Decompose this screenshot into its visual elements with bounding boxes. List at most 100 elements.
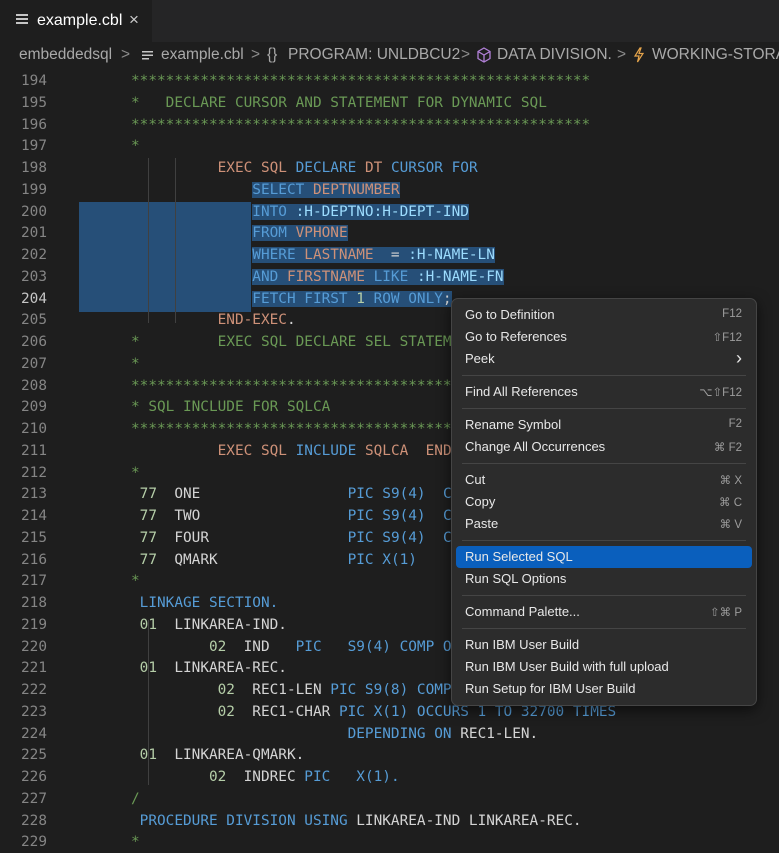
menu-item-copy[interactable]: Copy⌘ C — [456, 491, 752, 513]
code-token: 02 — [209, 639, 226, 655]
menu-item-shortcut: F12 — [722, 308, 742, 320]
code-token: * SQL INCLUDE FOR SQLCA — [131, 399, 330, 415]
line-number: 204 — [0, 291, 47, 307]
code-token: PROCEDURE DIVISION USING — [140, 813, 348, 829]
code-text: INTO :H-DEPTNO:H-DEPT-IND — [131, 204, 469, 220]
menu-item-run-ibm-user-build[interactable]: Run IBM User Build — [456, 634, 752, 656]
code-token — [408, 269, 417, 285]
code-token — [131, 704, 218, 720]
tab-example-cbl[interactable]: example.cbl × — [0, 0, 152, 42]
code-line[interactable]: 199 SELECT DEPTNUMBER — [0, 179, 779, 201]
code-line[interactable]: 228 PROCEDURE DIVISION USING LINKAREA-IN… — [0, 810, 779, 832]
code-token: LIKE — [374, 269, 409, 285]
code-line[interactable]: 200 INTO :H-DEPTNO:H-DEPT-IND — [0, 201, 779, 223]
code-token: :H-DEPTNO:H-DEPT-IND — [296, 204, 469, 220]
code-token: LINKAREA-QMARK. — [157, 747, 304, 763]
code-token: LINKAREA-REC. — [157, 660, 287, 676]
code-token — [356, 160, 365, 176]
code-text: ****************************************… — [131, 117, 590, 133]
line-number: 211 — [0, 443, 47, 459]
line-number: 229 — [0, 834, 47, 850]
code-token: PIC — [296, 639, 322, 655]
code-line[interactable]: 229* — [0, 831, 779, 853]
breadcrumb-working-storage[interactable]: WORKING-STORA — [652, 46, 779, 64]
context-menu: Go to DefinitionF12Go to References⇧F12P… — [451, 298, 757, 706]
code-token: CURSOR — [391, 160, 443, 176]
lines-file-icon — [16, 14, 28, 26]
close-icon[interactable]: × — [129, 10, 139, 30]
code-token: SELECT — [252, 182, 313, 198]
line-number: 206 — [0, 334, 47, 350]
tab-label: example.cbl — [37, 12, 122, 30]
line-number: 217 — [0, 573, 47, 589]
menu-item-run-selected-sql[interactable]: Run Selected SQL — [456, 546, 752, 568]
code-text: SELECT DEPTNUMBER — [131, 182, 400, 198]
code-token: * — [131, 356, 140, 372]
code-token: S9(4) — [382, 486, 425, 502]
code-token: :H-NAME-FN — [417, 269, 504, 285]
code-line[interactable]: 224 DEPENDING ON REC1-LEN. — [0, 723, 779, 745]
chevron-right-icon: > — [617, 46, 626, 64]
code-token — [131, 682, 218, 698]
code-line[interactable]: 225 01 LINKAREA-QMARK. — [0, 744, 779, 766]
code-token: ****************************************… — [131, 117, 590, 133]
code-line[interactable]: 195* DECLARE CURSOR AND STATEMENT FOR DY… — [0, 92, 779, 114]
code-token: LINKAREA-IND LINKAREA-REC. — [348, 813, 582, 829]
breadcrumb-data-division[interactable]: DATA DIVISION. — [497, 46, 612, 64]
code-token: END-EXEC — [218, 312, 287, 328]
code-token: * — [131, 465, 140, 481]
code-line[interactable]: 198 EXEC SQL DECLARE DT CURSOR FOR — [0, 157, 779, 179]
code-token: 01 — [140, 747, 157, 763]
menu-item-peek[interactable]: Peek› — [456, 348, 752, 370]
code-token: PIC — [348, 552, 374, 568]
code-token: / — [131, 791, 140, 807]
code-token — [356, 443, 365, 459]
code-token: 77 — [140, 508, 157, 524]
code-token: FOR — [452, 160, 478, 176]
code-token: . — [287, 312, 296, 328]
code-token: SQL — [261, 443, 287, 459]
menu-item-rename-symbol[interactable]: Rename SymbolF2 — [456, 414, 752, 436]
code-token — [131, 443, 218, 459]
code-text: 01 LINKAREA-QMARK. — [131, 747, 304, 763]
breadcrumb-file[interactable]: example.cbl — [161, 46, 244, 64]
menu-item-label: Go to References — [465, 329, 567, 344]
menu-item-shortcut: ⌘ V — [720, 517, 742, 531]
code-token — [443, 160, 452, 176]
breadcrumb-folder[interactable]: embeddedsql — [19, 46, 112, 64]
code-line[interactable]: 201 FROM VPHONE — [0, 222, 779, 244]
menu-item-run-ibm-user-build-with-full-upload[interactable]: Run IBM User Build with full upload — [456, 656, 752, 678]
menu-item-find-all-references[interactable]: Find All References⌥⇧F12 — [456, 381, 752, 403]
code-token — [131, 508, 140, 524]
code-token: S9(4) — [382, 508, 425, 524]
code-token — [131, 269, 252, 285]
menu-item-change-all-occurrences[interactable]: Change All Occurrences⌘ F2 — [456, 436, 752, 458]
code-text: ****************************************… — [131, 73, 590, 89]
code-line[interactable]: 227/ — [0, 788, 779, 810]
code-line[interactable]: 202 WHERE LASTNAME = :H-NAME-LN — [0, 244, 779, 266]
breadcrumb-program[interactable]: PROGRAM: UNLDBCU2 — [288, 46, 460, 64]
code-token: EXEC — [218, 443, 253, 459]
code-line[interactable]: 197* — [0, 135, 779, 157]
code-line[interactable]: 203 AND FIRSTNAME LIKE :H-NAME-FN — [0, 266, 779, 288]
menu-item-label: Command Palette... — [465, 604, 580, 619]
menu-item-go-to-definition[interactable]: Go to DefinitionF12 — [456, 304, 752, 326]
code-line[interactable]: 196*************************************… — [0, 114, 779, 136]
code-line[interactable]: 226 02 INDREC PIC X(1). — [0, 766, 779, 788]
code-token — [252, 443, 261, 459]
code-token — [131, 530, 140, 546]
code-token — [131, 769, 209, 785]
line-number: 205 — [0, 312, 47, 328]
code-token: REC1-LEN. — [452, 726, 539, 742]
menu-item-cut[interactable]: Cut⌘ X — [456, 469, 752, 491]
code-token — [374, 508, 383, 524]
menu-item-command-palette[interactable]: Command Palette...⇧⌘ P — [456, 601, 752, 623]
menu-item-go-to-references[interactable]: Go to References⇧F12 — [456, 326, 752, 348]
code-token: DEPENDING ON — [348, 726, 452, 742]
code-line[interactable]: 194*************************************… — [0, 70, 779, 92]
menu-item-paste[interactable]: Paste⌘ V — [456, 513, 752, 535]
menu-item-run-setup-for-ibm-user-build[interactable]: Run Setup for IBM User Build — [456, 678, 752, 700]
code-token: EXEC — [218, 160, 253, 176]
code-token: FROM — [252, 225, 295, 241]
menu-item-run-sql-options[interactable]: Run SQL Options — [456, 568, 752, 590]
